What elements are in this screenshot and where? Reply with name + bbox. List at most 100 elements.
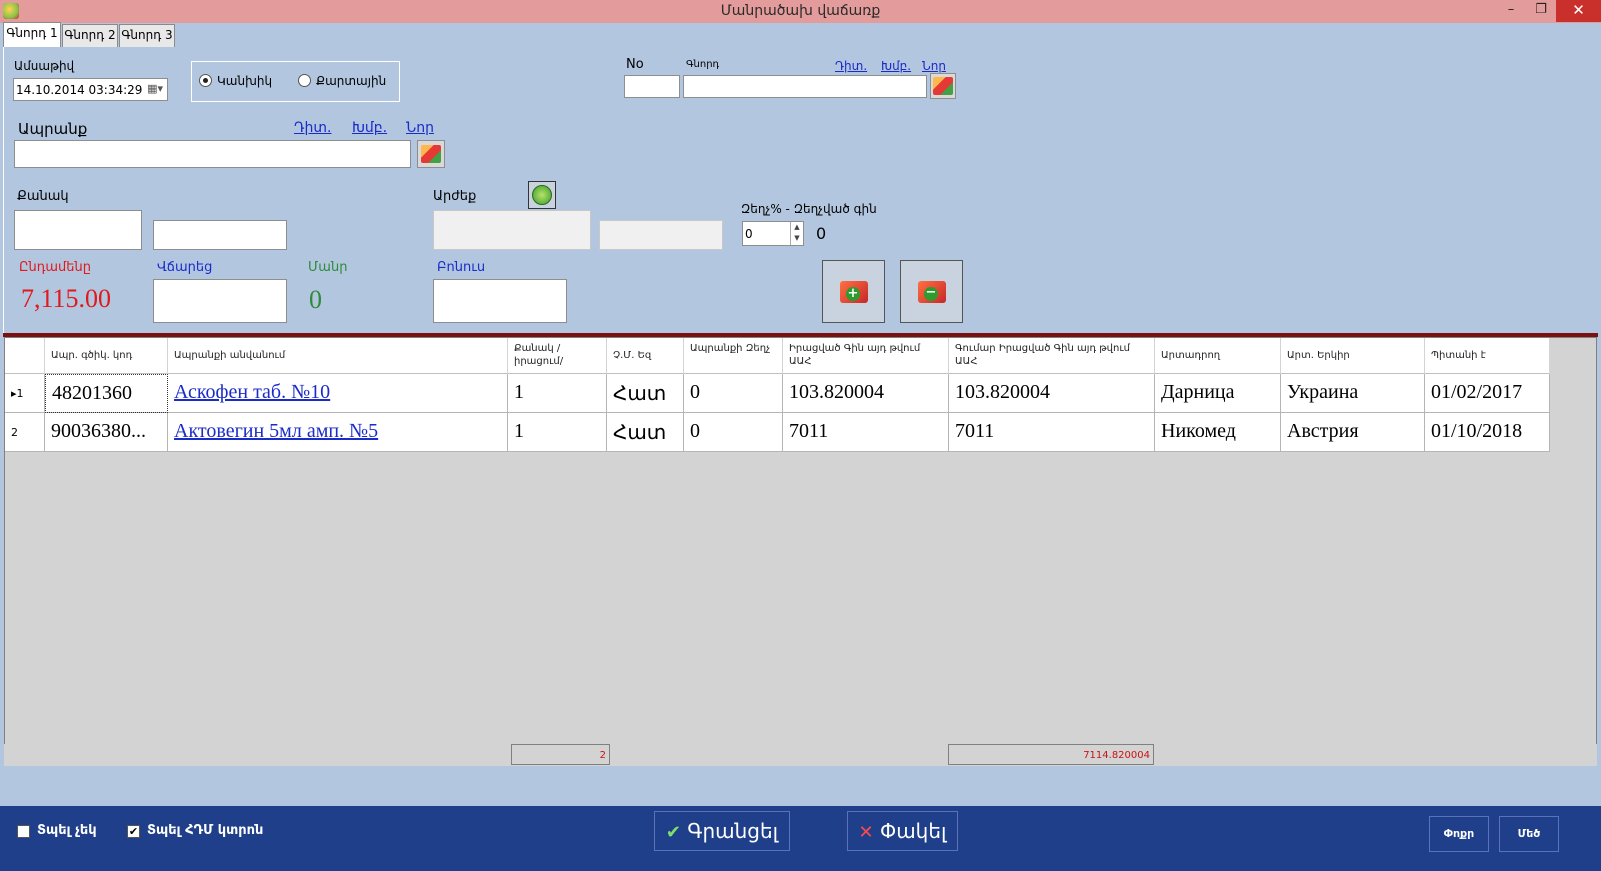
buyer-cart-icon xyxy=(933,77,953,95)
total-quantity: 2 xyxy=(511,744,610,765)
close-form-button[interactable]: ✕ Փակել xyxy=(847,811,958,851)
barcode-cell[interactable]: 48201360 xyxy=(45,374,168,413)
refresh-button[interactable] xyxy=(528,181,556,209)
radio-card[interactable] xyxy=(298,74,311,87)
header-barcode[interactable]: Ապր. գծիկ. կոդ xyxy=(45,338,168,374)
buyer-edit-link[interactable]: Խմբ. xyxy=(881,59,911,73)
unit-cell[interactable]: Հատ xyxy=(607,374,684,413)
expiry-cell[interactable]: 01/02/2017 xyxy=(1425,374,1550,413)
date-picker[interactable]: 14.10.2014 03:34:29 ▦▾ xyxy=(13,78,168,101)
expiry-cell[interactable]: 01/10/2018 xyxy=(1425,413,1550,452)
date-value: 14.10.2014 03:34:29 xyxy=(16,83,143,97)
header-quantity[interactable]: Քանակ /իրացում/ xyxy=(508,338,607,374)
price-cell[interactable]: 103.820004 xyxy=(783,374,949,413)
print-check-label[interactable]: Տպել չեկ xyxy=(37,823,97,838)
print-fiscal-checkbox[interactable]: ✔ xyxy=(127,825,140,838)
quantity-unit-input[interactable] xyxy=(153,220,287,250)
header-rowmarker xyxy=(5,338,45,374)
buyer-view-link[interactable]: Դիտ. xyxy=(835,59,867,73)
product-name-cell[interactable]: Актовегин 5мл амп. №5 xyxy=(168,413,508,452)
product-input[interactable] xyxy=(14,140,411,168)
header-expiry[interactable]: Պիտանի է xyxy=(1425,338,1550,374)
header-price[interactable]: Իրացված Գին այդ թվում ԱԱՀ xyxy=(783,338,949,374)
cart-remove-icon: − xyxy=(918,281,946,303)
paid-label: Վճարեց xyxy=(157,260,213,275)
table-row[interactable]: 2 90036380... Актовегин 5мл амп. №5 1 Հա… xyxy=(5,413,1550,452)
manufacturer-cell[interactable]: Никомед xyxy=(1155,413,1281,452)
print-fiscal-label[interactable]: Տպել ՀԴՄ կտրոն xyxy=(147,823,263,838)
price-cell[interactable]: 7011 xyxy=(783,413,949,452)
discounted-price-value: 0 xyxy=(816,224,827,243)
buyer-input[interactable] xyxy=(683,75,927,98)
minimize-button[interactable]: – xyxy=(1496,0,1526,22)
bottom-bar: Տպել չեկ ✔ Տպել ՀԴՄ կտրոն ✔ Գրանցել ✕ Փա… xyxy=(0,806,1601,871)
radio-card-label[interactable]: Քարտային xyxy=(316,74,386,88)
tab-buyer-1[interactable]: Գնորդ 1 xyxy=(3,22,61,47)
buyer-label: Գնորդ xyxy=(686,59,720,70)
discount-stepper[interactable]: 0 ▲ ▼ xyxy=(742,221,804,246)
quantity-input[interactable] xyxy=(14,210,142,250)
buyer-select-button[interactable] xyxy=(930,73,956,99)
window-title: Մանրածախ վաճառք xyxy=(720,3,881,19)
header-sum[interactable]: Գումար Իրացված Գին այդ թվում ԱԱՀ xyxy=(949,338,1155,374)
no-input[interactable] xyxy=(624,75,680,98)
add-item-button[interactable]: + xyxy=(822,260,885,323)
tab-buyer-3[interactable]: Գնորդ 3 xyxy=(119,24,175,47)
paid-input[interactable] xyxy=(153,279,287,323)
country-cell[interactable]: Австрия xyxy=(1281,413,1425,452)
tab-buyer-2[interactable]: Գնորդ 2 xyxy=(62,24,118,47)
unit-cell[interactable]: Հատ xyxy=(607,413,684,452)
product-new-link[interactable]: Նոր xyxy=(406,120,434,136)
value-input[interactable] xyxy=(433,210,591,250)
table-row[interactable]: ▸1 48201360 Аскофен таб. №10 1 Հատ 0 103… xyxy=(5,374,1550,413)
print-check-checkbox[interactable] xyxy=(17,825,30,838)
header-unit[interactable]: Չ.Մ. Եզ xyxy=(607,338,684,374)
row-marker: 2 xyxy=(5,413,45,452)
refresh-icon xyxy=(532,185,552,205)
quantity-cell[interactable]: 1 xyxy=(508,374,607,413)
grid-header: Ապր. գծիկ. կոդ Ապրանքի անվանում Քանակ /ի… xyxy=(5,338,1550,374)
spinner-arrows-icon[interactable]: ▲ ▼ xyxy=(790,222,803,245)
discount-cell[interactable]: 0 xyxy=(684,413,783,452)
buyer-new-link[interactable]: Նոր xyxy=(922,59,946,73)
header-country[interactable]: Արտ. Երկիր xyxy=(1281,338,1425,374)
sum-cell[interactable]: 103.820004 xyxy=(949,374,1155,413)
quantity-cell[interactable]: 1 xyxy=(508,413,607,452)
country-cell[interactable]: Украина xyxy=(1281,374,1425,413)
no-label: No xyxy=(626,57,644,72)
status-band xyxy=(0,768,1601,806)
product-edit-link[interactable]: Խմբ. xyxy=(352,120,387,136)
register-button[interactable]: ✔ Գրանցել xyxy=(654,811,790,851)
sale-form: Ամսաթիվ 14.10.2014 03:34:29 ▦▾ Կանխիկ Քա… xyxy=(3,47,1598,337)
large-mode-button[interactable]: Մեծ xyxy=(1499,816,1559,852)
grid-totals: 2 7114.820004 xyxy=(4,744,1597,766)
bonus-input[interactable] xyxy=(433,279,567,323)
sum-cell[interactable]: 7011 xyxy=(949,413,1155,452)
total-value: 7,115.00 xyxy=(21,284,112,313)
header-product-name[interactable]: Ապրանքի անվանում xyxy=(168,338,508,374)
total-label: Ընդամենը xyxy=(19,260,91,275)
product-name-cell[interactable]: Аскофен таб. №10 xyxy=(168,374,508,413)
close-form-label: Փակել xyxy=(879,819,947,843)
close-button[interactable]: ✕ xyxy=(1556,0,1601,22)
restore-button[interactable]: ❐ xyxy=(1526,0,1556,22)
header-discount[interactable]: Ապրանքի Զեղչ xyxy=(684,338,783,374)
barcode-cell[interactable]: 90036380... xyxy=(45,413,168,452)
remove-item-button[interactable]: − xyxy=(900,260,963,323)
change-label: Մանր xyxy=(308,260,348,275)
manufacturer-cell[interactable]: Дарница xyxy=(1155,374,1281,413)
radio-cash-label[interactable]: Կանխիկ xyxy=(217,74,272,88)
small-mode-button[interactable]: Փոքր xyxy=(1429,816,1489,852)
product-select-button[interactable] xyxy=(417,140,445,168)
register-label: Գրանցել xyxy=(687,819,779,843)
product-view-link[interactable]: Դիտ. xyxy=(294,120,332,136)
value-extra-input[interactable] xyxy=(599,220,723,250)
radio-cash[interactable] xyxy=(199,74,212,87)
discount-cell[interactable]: 0 xyxy=(684,374,783,413)
change-value: 0 xyxy=(309,285,322,314)
payment-type-group: Կանխիկ Քարտային xyxy=(191,61,400,102)
product-label: Ապրանք xyxy=(18,120,88,138)
calendar-icon[interactable]: ▦▾ xyxy=(147,82,163,95)
header-manufacturer[interactable]: Արտադրող xyxy=(1155,338,1281,374)
total-sum: 7114.820004 xyxy=(948,744,1154,765)
